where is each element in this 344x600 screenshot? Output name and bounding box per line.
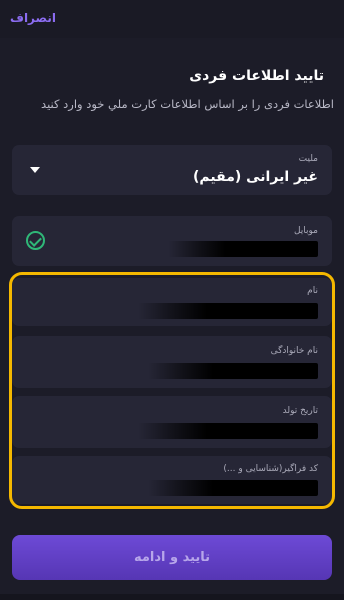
nationality-select[interactable]: ملیت غیر ایرانی (مقیم) <box>12 145 332 195</box>
highlight-frame <box>9 272 335 509</box>
top-bar: انصراف <box>0 0 344 38</box>
cancel-button[interactable]: انصراف <box>10 11 56 25</box>
nationality-value: غیر ایرانی (مقیم) <box>193 169 318 185</box>
bottom-bar <box>0 594 344 600</box>
check-circle-icon <box>26 231 45 250</box>
mobile-field[interactable]: موبایل <box>12 216 332 266</box>
page-subtitle: اطلاعات فردی را بر اساس اطلاعات کارت ملي… <box>41 97 334 111</box>
submit-button[interactable]: تایید و ادامه <box>12 535 332 580</box>
nationality-label: ملیت <box>298 154 318 164</box>
redacted-value <box>168 241 318 257</box>
page-title: تایید اطلاعات فردی <box>189 68 324 84</box>
mobile-label: موبایل <box>293 226 318 236</box>
chevron-down-icon[interactable] <box>30 167 40 173</box>
